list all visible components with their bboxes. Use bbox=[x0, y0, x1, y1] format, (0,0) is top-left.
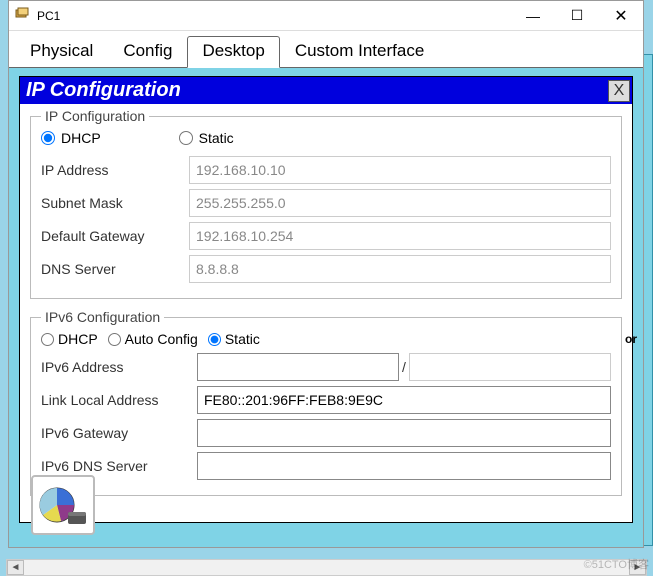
ip-config-app-icon[interactable] bbox=[31, 475, 95, 535]
gateway-label: Default Gateway bbox=[41, 228, 189, 244]
ipv6-address-row: IPv6 Address / bbox=[41, 353, 611, 381]
ipv6-fieldset: IPv6 Configuration DHCP Auto Config S bbox=[30, 309, 622, 496]
ip-address-label: IP Address bbox=[41, 162, 189, 178]
gateway-row: Default Gateway bbox=[41, 222, 611, 250]
ipv4-dhcp-option[interactable]: DHCP bbox=[41, 130, 101, 146]
ipv4-dhcp-radio[interactable] bbox=[41, 131, 55, 145]
ipv6-address-input[interactable] bbox=[197, 353, 399, 381]
desktop-area: IP Configuration X IP Configuration DHCP… bbox=[9, 68, 643, 547]
dialog-body: IP Configuration DHCP Static IP Address bbox=[20, 104, 632, 522]
prefix-slash: / bbox=[399, 359, 409, 375]
dialog-titlebar: IP Configuration X bbox=[20, 77, 632, 104]
link-local-row: Link Local Address bbox=[41, 386, 611, 414]
ipv4-fieldset: IP Configuration DHCP Static IP Address bbox=[30, 108, 622, 299]
ipv4-mode-row: DHCP Static bbox=[41, 130, 611, 146]
link-local-input[interactable] bbox=[197, 386, 611, 414]
link-local-label: Link Local Address bbox=[41, 392, 197, 408]
ip-config-dialog: IP Configuration X IP Configuration DHCP… bbox=[19, 76, 633, 523]
ipv6-dhcp-option[interactable]: DHCP bbox=[41, 331, 98, 347]
scroll-left-button[interactable]: ◄ bbox=[7, 560, 24, 575]
subnet-mask-input[interactable] bbox=[189, 189, 611, 217]
tab-physical[interactable]: Physical bbox=[15, 36, 108, 68]
minimize-button[interactable]: — bbox=[511, 2, 555, 30]
ipv6-gateway-row: IPv6 Gateway bbox=[41, 419, 611, 447]
ipv6-dhcp-radio[interactable] bbox=[41, 333, 54, 346]
desktop-app-icons bbox=[31, 475, 95, 535]
gateway-input[interactable] bbox=[189, 222, 611, 250]
dialog-close-button[interactable]: X bbox=[608, 80, 630, 102]
ipv6-dns-row: IPv6 DNS Server bbox=[41, 452, 611, 480]
ipv6-dns-label: IPv6 DNS Server bbox=[41, 458, 197, 474]
ipv6-static-label: Static bbox=[225, 331, 260, 347]
ipv6-dhcp-label: DHCP bbox=[58, 331, 98, 347]
ipv6-dns-input[interactable] bbox=[197, 452, 611, 480]
window-titlebar: PC1 — ☐ ✕ bbox=[9, 1, 643, 31]
ipv6-prefix-input[interactable] bbox=[409, 353, 611, 381]
watermark: ©51CTO博客 bbox=[584, 556, 649, 572]
window-title: PC1 bbox=[37, 9, 60, 23]
app-window: PC1 — ☐ ✕ Physical Config Desktop Custom… bbox=[8, 0, 644, 548]
titlebar-left: PC1 bbox=[15, 7, 60, 24]
tab-custom-interface[interactable]: Custom Interface bbox=[280, 36, 439, 68]
tab-config[interactable]: Config bbox=[108, 36, 187, 68]
horizontal-scrollbar[interactable]: ◄ ► bbox=[6, 559, 647, 576]
ipv4-static-radio[interactable] bbox=[179, 131, 193, 145]
or-label: or bbox=[625, 332, 637, 346]
ipv4-legend: IP Configuration bbox=[41, 108, 149, 124]
subnet-mask-label: Subnet Mask bbox=[41, 195, 189, 211]
tab-bar: Physical Config Desktop Custom Interface bbox=[9, 31, 643, 68]
subnet-mask-row: Subnet Mask bbox=[41, 189, 611, 217]
ipv6-gateway-label: IPv6 Gateway bbox=[41, 425, 197, 441]
dialog-title: IP Configuration bbox=[24, 79, 181, 102]
ipv4-static-label: Static bbox=[199, 130, 234, 146]
close-window-button[interactable]: ✕ bbox=[599, 2, 643, 30]
ipv6-static-radio[interactable] bbox=[208, 333, 221, 346]
dns-row: DNS Server bbox=[41, 255, 611, 283]
ipv6-auto-label: Auto Config bbox=[125, 331, 198, 347]
ipv6-auto-radio[interactable] bbox=[108, 333, 121, 346]
ipv4-dhcp-label: DHCP bbox=[61, 130, 101, 146]
ipv6-auto-option[interactable]: Auto Config bbox=[108, 331, 198, 347]
ipv6-mode-row: DHCP Auto Config Static bbox=[41, 331, 611, 347]
titlebar-buttons: — ☐ ✕ bbox=[511, 2, 643, 30]
ipv6-static-option[interactable]: Static bbox=[208, 331, 260, 347]
ipv6-legend: IPv6 Configuration bbox=[41, 309, 164, 325]
dns-label: DNS Server bbox=[41, 261, 189, 277]
ipv6-address-label: IPv6 Address bbox=[41, 359, 197, 375]
ipv6-gateway-input[interactable] bbox=[197, 419, 611, 447]
ip-address-input[interactable] bbox=[189, 156, 611, 184]
tab-desktop[interactable]: Desktop bbox=[187, 36, 279, 68]
app-icon-small bbox=[15, 7, 31, 24]
ip-address-row: IP Address bbox=[41, 156, 611, 184]
maximize-button[interactable]: ☐ bbox=[555, 2, 599, 30]
ipv4-static-option[interactable]: Static bbox=[179, 130, 234, 146]
dns-input[interactable] bbox=[189, 255, 611, 283]
